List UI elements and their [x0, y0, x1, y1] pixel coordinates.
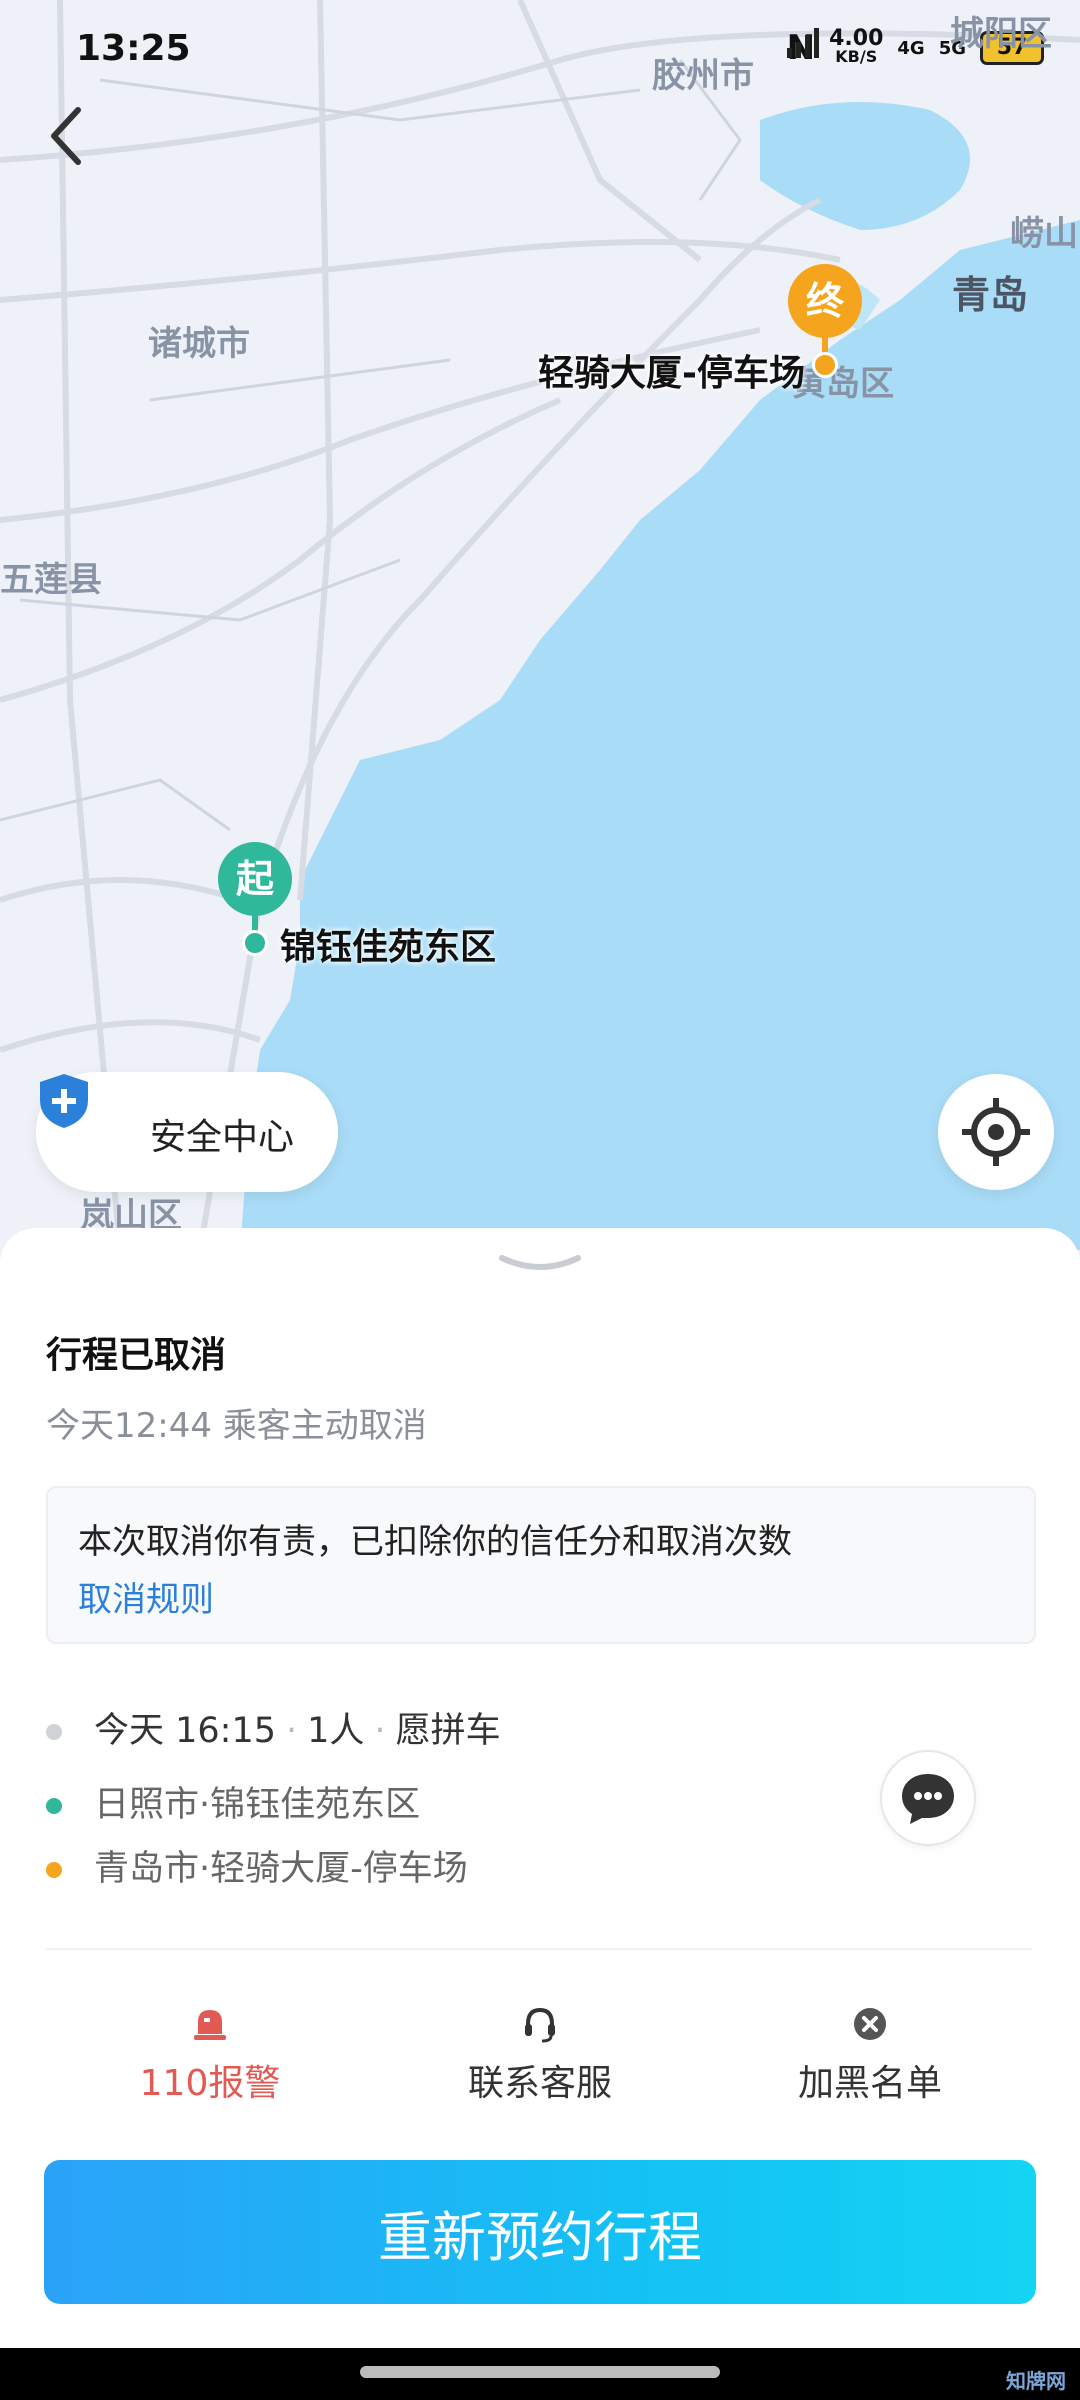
headset-icon — [525, 2007, 555, 2043]
map-label-zhucheng: 诸城市 — [148, 324, 250, 364]
map-label-wulian: 五莲县 — [0, 560, 102, 600]
chevron-down-icon[interactable] — [498, 1254, 582, 1274]
notice-text: 本次取消你有责，已扣除你的信任分和取消次数 — [78, 1522, 792, 1562]
map-label-huangdao: 黄岛区 — [792, 364, 894, 404]
time-dot — [46, 1724, 62, 1740]
crosshair-icon — [962, 1098, 1030, 1166]
customer-service-button[interactable]: 联系客服 — [410, 2004, 670, 2114]
rebook-trip-button[interactable]: 重新预约行程 — [44, 2160, 1036, 2304]
map-background — [0, 0, 1080, 1250]
destination-map-label: 轻骑大厦-停车场 — [538, 353, 805, 394]
navigation-bar: 知牌网 — [0, 2348, 1080, 2400]
trip-cancel-info: 今天12:44 乘客主动取消 — [46, 1406, 427, 1446]
origin-map-label: 锦钰佳苑东区 — [280, 927, 497, 968]
speed-value: 4.00 — [829, 26, 884, 51]
destination-dot — [812, 352, 838, 378]
home-indicator[interactable] — [360, 2366, 720, 2378]
chat-bubble-icon — [902, 1774, 954, 1824]
blacklist-label: 加黑名单 — [797, 2063, 942, 2104]
section-divider — [46, 1948, 1032, 1950]
message-button[interactable] — [880, 1750, 976, 1846]
status-time: 13:25 — [76, 28, 191, 69]
separator-dot: · — [374, 1711, 386, 1751]
watermark: 知牌网 — [1006, 2369, 1066, 2393]
trip-status-title: 行程已取消 — [46, 1335, 227, 1376]
locate-button[interactable] — [938, 1074, 1054, 1190]
trip-info-text: 今天 16:15 · 1人 · 愿拼车 — [94, 1702, 501, 1753]
cancel-rules-link[interactable]: 取消规则 — [78, 1572, 214, 1621]
customer-service-label: 联系客服 — [467, 2063, 612, 2104]
safety-center-button[interactable]: 安全中心 — [36, 1072, 338, 1192]
trip-detail-sheet: 行程已取消 今天12:44 乘客主动取消 本次取消你有责，已扣除你的信任分和取消… — [0, 1228, 1080, 2348]
signal-icon — [786, 28, 819, 58]
origin-pin[interactable]: 起 — [218, 842, 292, 916]
status-bar: 13:25 N 4.00 KB/S 4G 5G 57 — [0, 0, 1080, 100]
trip-to: 青岛市·轻骑大厦-停车场 — [94, 1849, 468, 1889]
map-label-jiaozhou: 胶州市 — [652, 56, 754, 96]
network-4g-label: 4G — [897, 37, 925, 59]
trip-carpool: 愿拼车 — [395, 1711, 501, 1751]
responsibility-notice: 本次取消你有责，已扣除你的信任分和取消次数 取消规则 — [46, 1486, 1036, 1644]
back-button[interactable] — [46, 104, 102, 174]
trip-to-row: 青岛市·轻骑大厦-停车场 — [46, 1840, 846, 1896]
trip-from-row: 日照市·锦钰佳苑东区 — [46, 1776, 846, 1832]
separator-dot: · — [286, 1711, 298, 1751]
destination-pin[interactable]: 终 — [788, 264, 862, 338]
police-button[interactable]: 110报警 — [80, 2004, 340, 2114]
destination-dot-small — [46, 1862, 62, 1878]
map-view[interactable]: 13:25 N 4.00 KB/S 4G 5G 57 胶州市 城阳区 崂山 青岛… — [0, 0, 1080, 1250]
map-label-chengyang: 城阳区 — [950, 14, 1052, 54]
police-label: 110报警 — [139, 2063, 281, 2104]
map-label-qingdao: 青岛 — [952, 273, 1029, 317]
trip-time-row: 今天 16:15 · 1人 · 愿拼车 — [46, 1702, 846, 1758]
shield-icon — [40, 1074, 88, 1128]
chevron-left-icon — [51, 107, 81, 165]
safety-center-label: 安全中心 — [150, 1117, 295, 1158]
alarm-icon — [194, 2010, 226, 2040]
trip-from: 日照市·锦钰佳苑东区 — [94, 1785, 421, 1825]
map-label-laoshan: 崂山 — [1010, 214, 1078, 254]
origin-dot-small — [46, 1798, 62, 1814]
close-circle-icon — [854, 2008, 886, 2040]
network-speed: 4.00 KB/S — [829, 26, 884, 66]
trip-passengers: 1人 — [307, 1711, 365, 1751]
speed-unit: KB/S — [835, 47, 878, 66]
trip-time: 今天 16:15 — [94, 1711, 276, 1751]
origin-dot — [242, 930, 268, 956]
blacklist-button[interactable]: 加黑名单 — [740, 2004, 1000, 2114]
